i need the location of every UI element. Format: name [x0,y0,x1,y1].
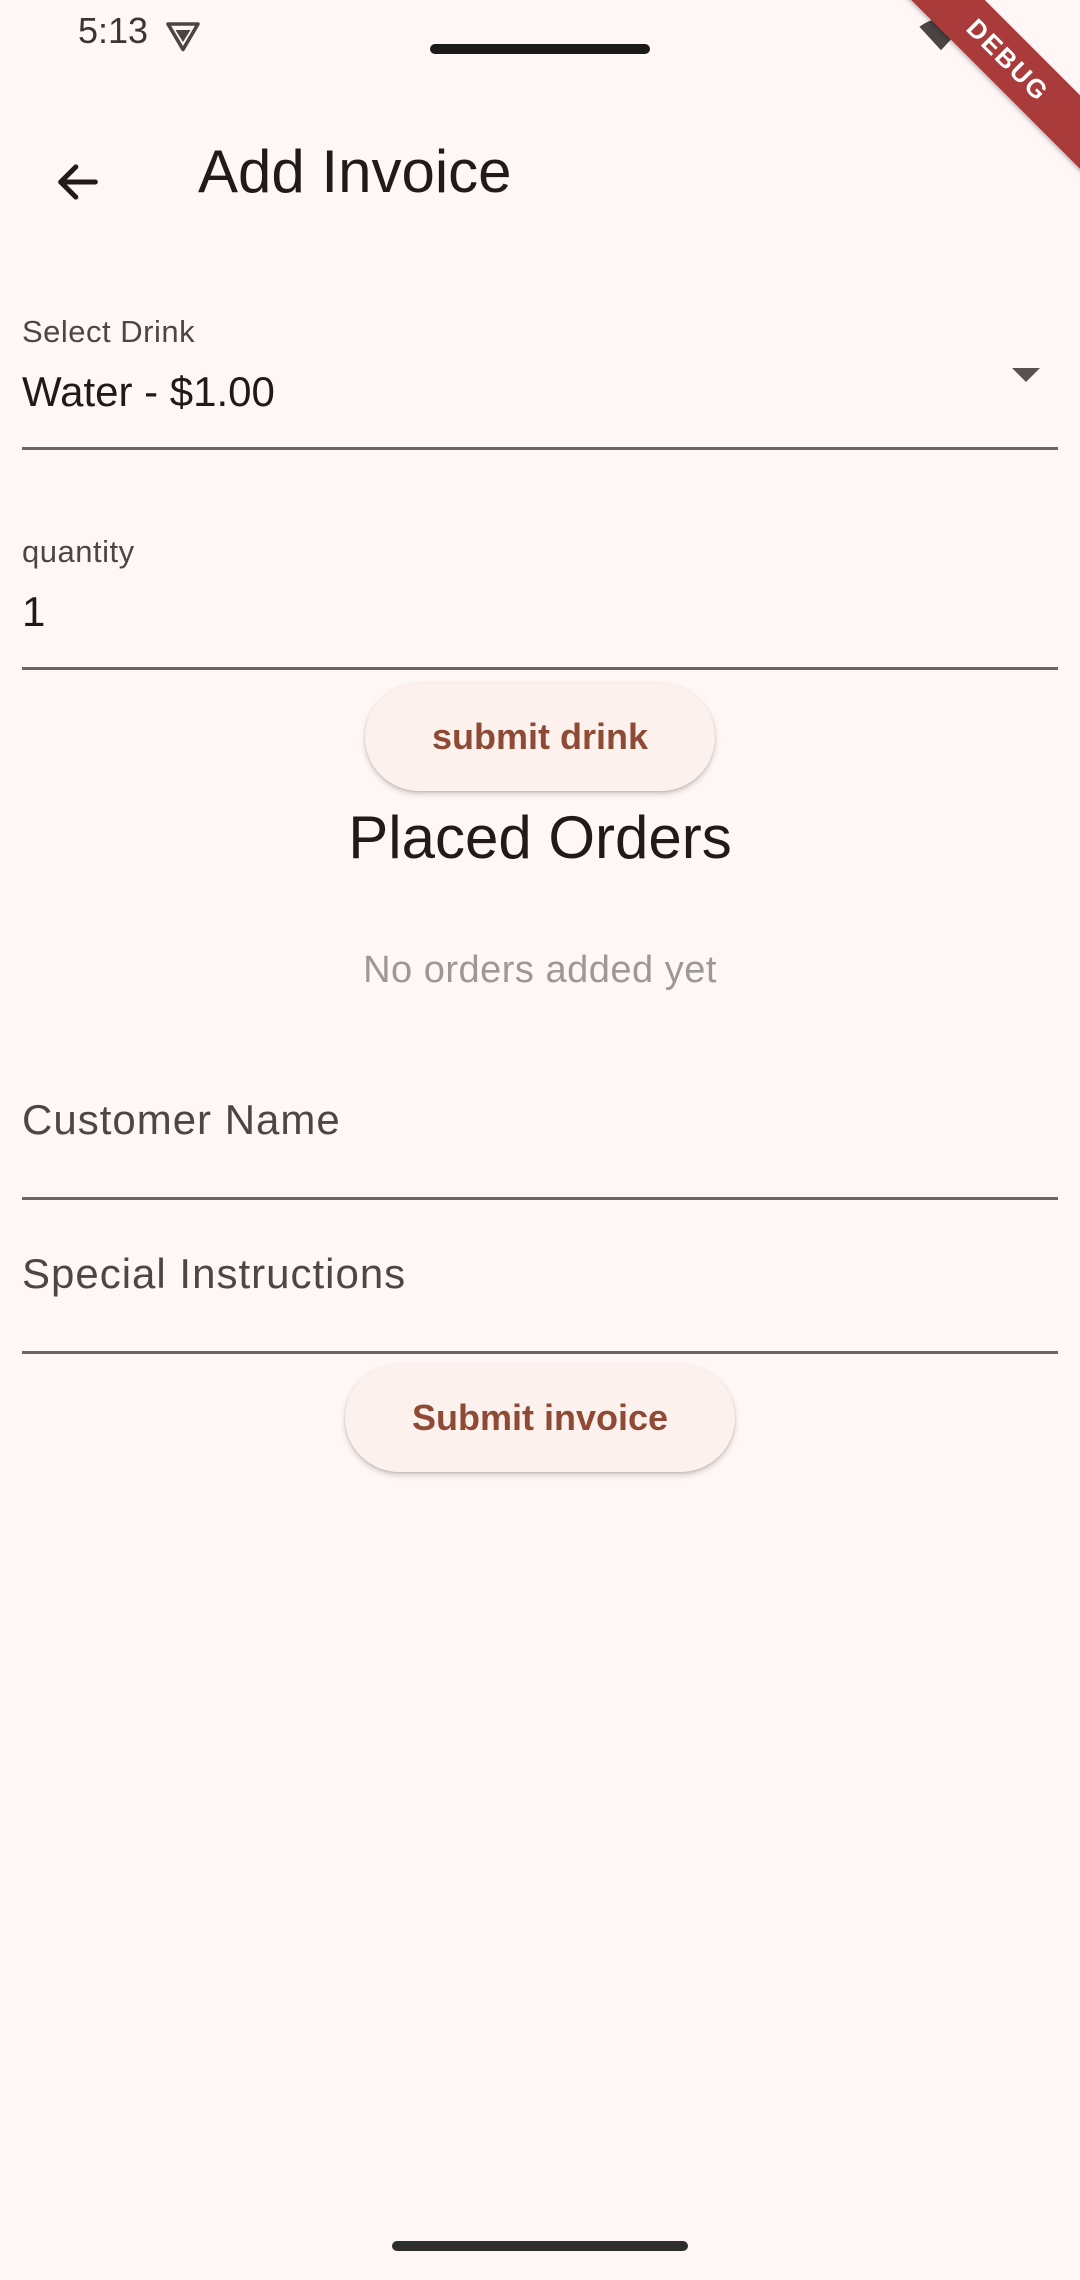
app-bar: Add Invoice [0,110,1080,240]
status-time: 5:13 [78,10,149,51]
quantity-input[interactable]: quantity 1 [22,530,1058,670]
drink-dropdown[interactable]: Select Drink Water - $1.00 [22,310,1058,450]
customer-name-placeholder: Customer Name [22,1096,341,1143]
orders-empty-text: No orders added yet [363,949,717,991]
drink-dropdown-label: Select Drink [22,314,196,349]
placed-orders-title: Placed Orders [348,804,732,871]
page-title: Add Invoice [198,138,512,205]
status-bar: 5:13 [0,0,1080,70]
dropdown-arrow-icon [1012,368,1040,382]
drink-dropdown-value: Water - $1.00 [22,368,275,415]
arrow-back-icon [58,164,98,200]
special-instructions-placeholder: Special Instructions [22,1250,407,1297]
submit-drink-button[interactable]: submit drink [365,683,715,791]
submit-invoice-button[interactable]: Submit invoice [345,1364,735,1472]
special-instructions-input[interactable]: Special Instructions [22,1244,1058,1354]
camera-notch [430,44,650,54]
customer-name-input[interactable]: Customer Name [22,1090,1058,1200]
back-button[interactable] [36,140,120,224]
vpn-icon [166,22,200,52]
quantity-value: 1 [22,588,46,635]
home-indicator[interactable] [392,2241,688,2251]
quantity-label: quantity [22,534,135,569]
